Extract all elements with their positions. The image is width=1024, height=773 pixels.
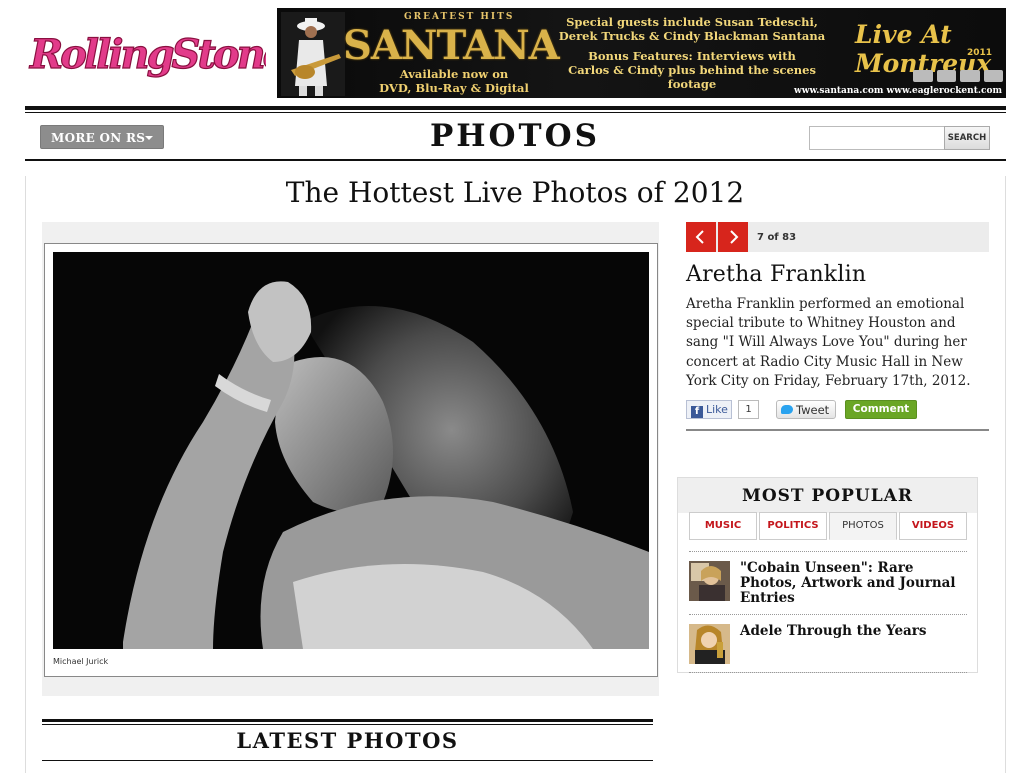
search-button[interactable]: SEARCH [944, 126, 990, 150]
ad-availability: Available now on DVD, Blu-Ray & Digital [369, 67, 539, 95]
like-label: Like [706, 403, 728, 416]
popular-item-title[interactable]: Adele Through the Years [740, 624, 965, 639]
search-input[interactable] [809, 126, 945, 150]
nav-rule-top-thin [25, 112, 1006, 113]
chevron-right-icon [730, 230, 739, 244]
comment-button[interactable]: Comment [845, 400, 917, 419]
ad-greatest-hits: GREATEST HITS [404, 12, 515, 22]
content-frame-right [1005, 176, 1006, 773]
share-divider [686, 429, 989, 431]
list-divider [689, 551, 967, 552]
ad-sponsor-logos [913, 70, 1003, 84]
ad-artist-name: SANTANA [343, 22, 560, 69]
ad-event-year: 2011 [967, 48, 993, 58]
guitarist-image [281, 12, 345, 96]
adele-thumbnail[interactable] [689, 624, 730, 664]
like-count: 1 [738, 400, 759, 419]
popular-item-title[interactable]: "Cobain Unseen": Rare Photos, Artwork an… [740, 561, 965, 606]
ad-guests-line2: Derek Trucks & Cindy Blackman Santana [558, 29, 826, 43]
rolling-stone-logo[interactable]: RollingStone [28, 26, 290, 82]
next-photo-button[interactable] [718, 222, 748, 252]
santana-ad-banner[interactable]: GREATEST HITS SANTANA Available now on D… [277, 8, 1006, 98]
ad-availability-line2: DVD, Blu-Ray & Digital [379, 81, 529, 95]
photo-artist-name: Aretha Franklin [686, 262, 867, 287]
tab-politics[interactable]: POLITICS [759, 512, 827, 540]
tab-music[interactable]: MUSIC [689, 512, 757, 540]
ad-urls: www.santana.com www.eaglerockent.com [793, 86, 1002, 96]
latest-photos-heading: LATEST PHOTOS [236, 728, 459, 753]
logo-wordmark: RollingStone [29, 31, 266, 78]
nav-rule-top [25, 106, 1006, 110]
list-divider [689, 672, 967, 673]
ad-guests-line1: Special guests include Susan Tedeschi, [566, 15, 818, 29]
chevron-left-icon [695, 230, 704, 244]
facebook-like-button[interactable]: f Like [686, 400, 732, 419]
gallery-photo[interactable] [53, 252, 649, 649]
facebook-icon: f [691, 406, 703, 418]
tweet-label: Tweet [796, 403, 830, 417]
cobain-thumbnail[interactable] [689, 561, 730, 601]
most-popular-title: MOST POPULAR [742, 486, 913, 506]
tab-videos[interactable]: VIDEOS [899, 512, 967, 540]
gallery-title: The Hottest Live Photos of 2012 [285, 176, 745, 209]
photo-credit: Michael Jurick [53, 657, 109, 666]
logo-graphic: RollingStone [28, 30, 290, 78]
photo-position: 7 of 83 [757, 232, 797, 243]
twitter-bird-icon [781, 405, 793, 414]
latest-rule-top [42, 719, 653, 722]
content-frame-left [25, 176, 26, 773]
ad-bonus-line1: Bonus Features: Interviews with [588, 49, 796, 63]
tweet-button[interactable]: Tweet [776, 400, 836, 419]
photo-caption: Aretha Franklin performed an emotional s… [686, 296, 971, 389]
tab-photos[interactable]: PHOTOS [829, 512, 897, 540]
ad-guests: Special guests include Susan Tedeschi, D… [547, 15, 837, 43]
ad-availability-line1: Available now on [399, 67, 509, 81]
nav-rule-bottom [25, 159, 1006, 161]
latest-rule-bottom [42, 760, 653, 761]
list-divider [689, 614, 967, 615]
ad-bonus: Bonus Features: Interviews with Carlos &… [547, 49, 837, 91]
previous-photo-button[interactable] [686, 222, 716, 252]
latest-rule-top-thin [42, 724, 653, 725]
